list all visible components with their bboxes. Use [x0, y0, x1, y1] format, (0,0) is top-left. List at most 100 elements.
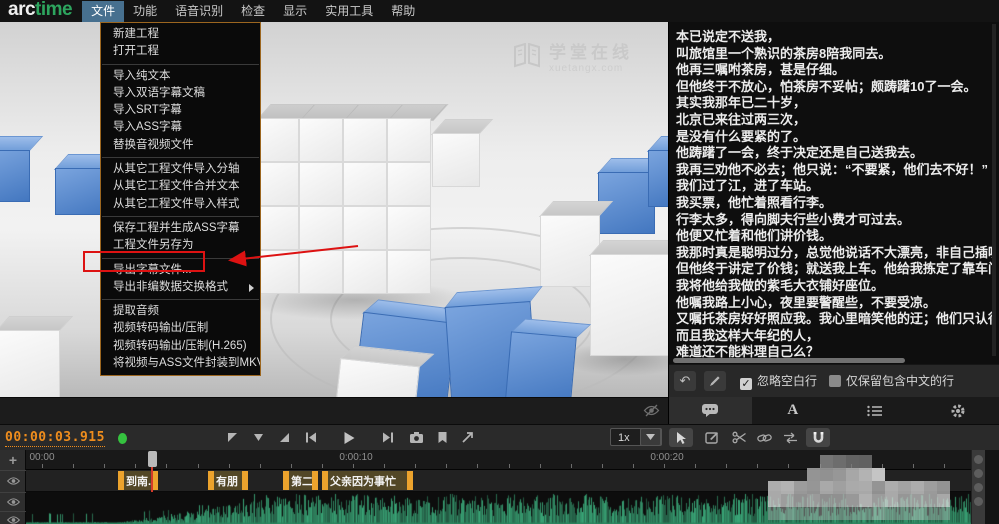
subtitle-block-left-handle[interactable]	[322, 471, 328, 490]
ruler-tick	[446, 464, 447, 468]
timecode[interactable]: 00:00:03.915	[5, 430, 105, 447]
menu-item[interactable]: 导入ASS字幕	[101, 119, 260, 136]
menubar-item[interactable]: 实用工具	[316, 1, 382, 22]
script-line[interactable]: 我们过了江，进了车站。	[676, 178, 993, 195]
script-line[interactable]: 而且我这样大年纪的人，	[676, 328, 993, 345]
script-line[interactable]: 本已说定不送我，	[676, 29, 993, 46]
set-end-icon[interactable]	[276, 430, 292, 445]
cut-tool-button[interactable]	[727, 428, 751, 447]
script-line[interactable]: 但他终于讲定了价钱；就送我上车。他给我拣定了靠车门的一	[676, 261, 993, 278]
tab-subtitle-text[interactable]	[669, 397, 752, 424]
script-line[interactable]: 他踌躇了一会，终于决定还是自己送我去。	[676, 145, 993, 162]
subtitle-track-visibility[interactable]	[0, 472, 26, 490]
track3-visibility[interactable]	[0, 513, 26, 524]
menu-item[interactable]: 替换音视频文件	[101, 137, 260, 154]
add-subtitle-icon[interactable]	[250, 430, 266, 445]
menu-item[interactable]: 导入SRT字幕	[101, 102, 260, 119]
swap-tool-button[interactable]	[778, 428, 802, 447]
speed-dropdown-arrow[interactable]	[640, 428, 661, 446]
next-frame-icon[interactable]	[380, 430, 396, 445]
playback-bar: 00:00:03.915 1x	[0, 424, 999, 450]
script-line[interactable]: 但他终于不放心，怕茶房不妥帖；颇踌躇10了一会。	[676, 79, 993, 96]
script-line[interactable]: 他嘱我路上小心，夜里要警醒些，不要受凉。	[676, 295, 993, 312]
menu-item[interactable]: 提取音频	[101, 303, 260, 320]
script-line[interactable]: 他便又忙着和他们讲价钱。	[676, 228, 993, 245]
menubar-item[interactable]: 检查	[232, 1, 274, 22]
timeline-zoom-button[interactable]	[974, 497, 983, 506]
magnet-tool-button[interactable]	[806, 428, 830, 447]
audio-track-visibility[interactable]	[0, 494, 26, 510]
menu-item[interactable]: 导出非编数据交换格式	[101, 279, 260, 296]
set-start-icon[interactable]	[224, 430, 240, 445]
script-line[interactable]: 行李太多，得向脚夫行些小费才可过去。	[676, 212, 993, 229]
menu-item[interactable]: 保存工程并生成ASS字幕	[101, 220, 260, 237]
add-track-button[interactable]: +	[0, 452, 26, 468]
subtitle-block[interactable]: 有朋	[208, 471, 248, 490]
script-line[interactable]: 我买票，他忙着照看行李。	[676, 195, 993, 212]
menu-item[interactable]: 新建工程	[101, 26, 260, 43]
subtitle-block-left-handle[interactable]	[283, 471, 289, 490]
subtitle-block-left-handle[interactable]	[118, 471, 124, 490]
menu-item[interactable]: 导入双语字幕文稿	[101, 85, 260, 102]
tab-style[interactable]: A	[752, 397, 835, 424]
menubar-item[interactable]: 显示	[274, 1, 316, 22]
subtitle-block-right-handle[interactable]	[242, 471, 248, 490]
menu-item[interactable]: 视频转码输出/压制(H.265)	[101, 338, 260, 355]
tab-settings[interactable]	[917, 397, 999, 424]
jump-arrow-icon[interactable]	[460, 430, 476, 445]
timeline-zoom-button[interactable]	[974, 455, 983, 464]
ruler-tick	[757, 464, 758, 468]
script-line[interactable]: 是没有什么要紧的了。	[676, 129, 993, 146]
edit-tool-button[interactable]	[700, 428, 724, 447]
prev-frame-icon[interactable]	[303, 430, 319, 445]
ignore-blank-checkbox[interactable]: ✓忽略空白行	[740, 372, 817, 390]
timeline-zoom-button[interactable]	[974, 483, 983, 492]
speech-bubble-icon	[701, 403, 719, 418]
menu-item[interactable]: 从其它工程文件导入分轴	[101, 161, 260, 178]
undo-button[interactable]: ↶	[674, 371, 696, 391]
subtitle-block-right-handle[interactable]	[407, 471, 413, 490]
script-vertical-scrollbar[interactable]	[992, 24, 996, 356]
menubar-item[interactable]: 帮助	[382, 1, 424, 22]
menubar-item[interactable]: 功能	[124, 1, 166, 22]
preview-visibility-toggle[interactable]	[643, 404, 660, 417]
menu-item[interactable]: 从其它工程文件导入样式	[101, 196, 260, 213]
plus-icon: +	[9, 452, 17, 468]
keep-chinese-checkbox[interactable]: 仅保留包含中文的行	[829, 372, 954, 390]
menu-item[interactable]: 将视频与ASS文件封装到MKV	[101, 355, 260, 372]
edit-button[interactable]	[704, 371, 726, 391]
play-button[interactable]	[341, 430, 357, 445]
script-line[interactable]: 北京已来往过两三次，	[676, 112, 993, 129]
subtitle-block-right-handle[interactable]	[312, 471, 318, 490]
script-line[interactable]: 叫旅馆里一个熟识的茶房8陪我同去。	[676, 46, 993, 63]
menu-item[interactable]: 导入纯文本	[101, 68, 260, 85]
subtitle-block[interactable]: 第二..	[283, 471, 318, 490]
subtitle-block[interactable]: 父亲因为事忙	[322, 471, 413, 490]
script-line[interactable]: 其实我那年已二十岁，	[676, 95, 993, 112]
subtitle-block-left-handle[interactable]	[208, 471, 214, 490]
menubar-item[interactable]: 文件	[82, 1, 124, 22]
menu-item[interactable]: 打开工程	[101, 43, 260, 60]
timeline-gutter: +	[0, 450, 26, 524]
script-text-area[interactable]: 本已说定不送我，叫旅馆里一个熟识的茶房8陪我同去。他再三嘱咐茶房，甚是仔细。但他…	[669, 22, 993, 358]
tab-list[interactable]	[834, 397, 917, 424]
video-cube	[0, 330, 58, 397]
menu-item[interactable]: 视频转码输出/压制	[101, 320, 260, 337]
link-tool-button[interactable]	[752, 428, 776, 447]
playhead-handle[interactable]	[148, 451, 157, 467]
ruler-tick	[73, 464, 74, 468]
timeline-zoom-button[interactable]	[974, 469, 983, 478]
script-line[interactable]: 他再三嘱咐茶房，甚是仔细。	[676, 62, 993, 79]
script-line[interactable]: 又嘱托茶房好好照应我。我心里暗笑他的迂；他们只认得钱	[676, 311, 993, 328]
menu-item[interactable]: 从其它工程文件合并文本	[101, 178, 260, 195]
script-line[interactable]: 我将他给我做的紫毛大衣铺好座位。	[676, 278, 993, 295]
script-line[interactable]: 难道还不能料理自己么？	[676, 344, 993, 358]
menubar-item[interactable]: 语音识别	[166, 1, 232, 22]
script-line[interactable]: 我再三劝他不必去；他只说：“不要紧，他们去不好！”	[676, 162, 993, 179]
snapshot-icon[interactable]	[408, 430, 424, 445]
script-line[interactable]: 我那时真是聪明过分，总觉他说话不大漂亮，非自己插嘴不可	[676, 245, 993, 262]
select-tool-button[interactable]	[669, 428, 693, 447]
bookmark-icon[interactable]	[434, 430, 450, 445]
ruler-tick	[229, 464, 230, 468]
script-horizontal-scrollbar[interactable]	[673, 358, 905, 363]
